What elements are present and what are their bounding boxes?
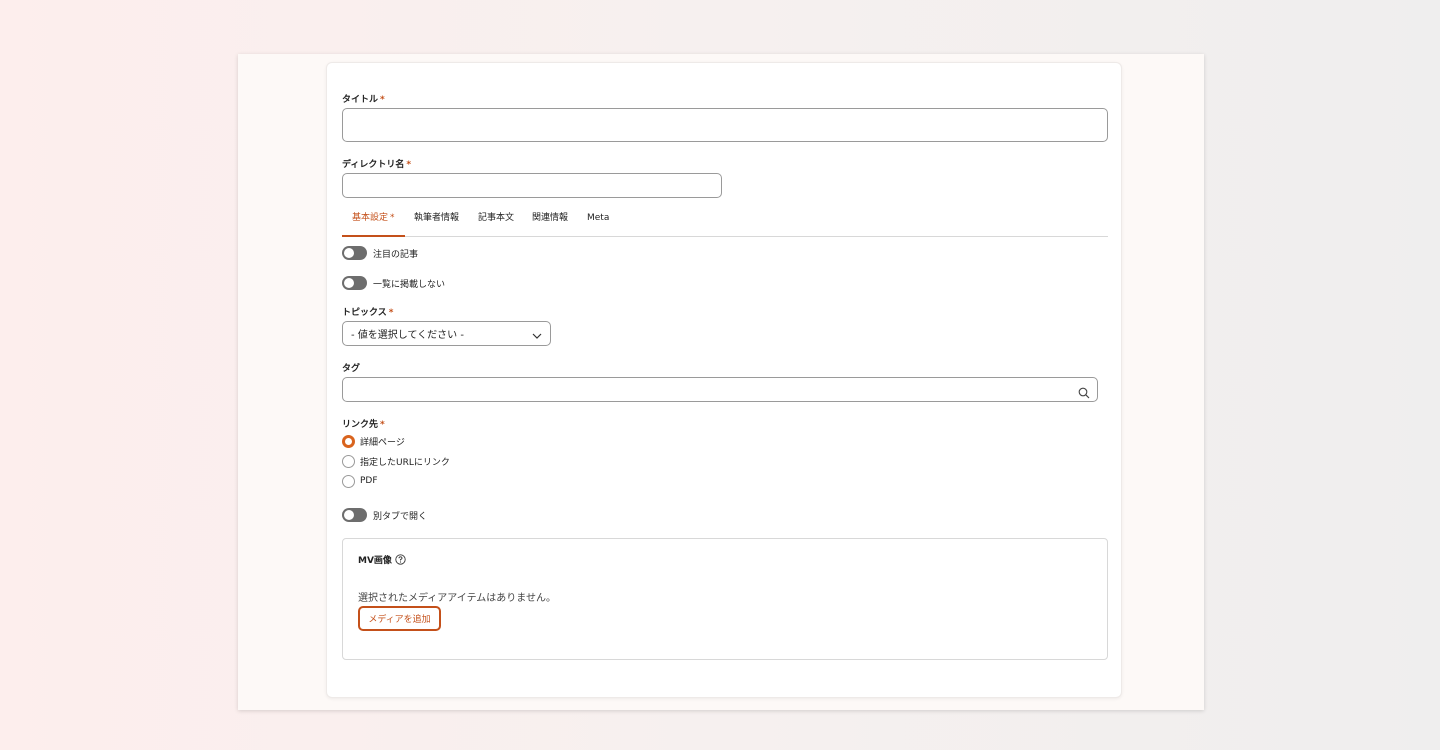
radio-button[interactable] <box>342 454 355 468</box>
tag-label: タグ <box>342 364 361 374</box>
tab-basic-settings[interactable]: 基本設定 * <box>342 209 405 237</box>
tag-search-field <box>342 377 1098 402</box>
mv-image-title: MV画像 <box>358 553 406 566</box>
new-tab-toggle[interactable] <box>342 508 367 522</box>
article-edit-form: タイトル * ディレクトリ名 * 基本設定 * 執筆者情報 記事本文 関連情報 Met… <box>326 62 1122 698</box>
directory-label: ディレクトリ名 * <box>342 160 412 170</box>
add-media-button[interactable]: メディアを追加 <box>358 606 441 631</box>
media-empty-message: 選択されたメディアアイテムはありません。 <box>358 593 556 604</box>
form-tabs: 基本設定 * 執筆者情報 記事本文 関連情報 Meta <box>342 209 1108 237</box>
topics-select-value: - 値を選択してください - <box>351 330 464 341</box>
title-label: タイトル * <box>342 95 385 105</box>
new-tab-toggle-label: 別タブで開く <box>373 511 428 522</box>
tab-meta[interactable]: Meta <box>587 209 609 237</box>
tab-related-info[interactable]: 関連情報 <box>532 209 568 237</box>
link-option-detail-page[interactable]: 詳細ページ <box>342 434 405 448</box>
link-option-pdf[interactable]: PDF <box>342 474 378 488</box>
hide-from-list-toggle[interactable] <box>342 276 367 290</box>
radio-button[interactable] <box>342 474 355 488</box>
required-mark: * <box>388 308 394 318</box>
featured-toggle-row: 注目の記事 <box>342 245 418 261</box>
featured-toggle-label: 注目の記事 <box>373 249 419 260</box>
topics-select[interactable]: - 値を選択してください - <box>342 321 551 346</box>
search-icon[interactable] <box>1078 384 1090 403</box>
hide-from-list-toggle-row: 一覧に掲載しない <box>342 275 445 291</box>
directory-input[interactable] <box>342 173 722 198</box>
tab-author-info[interactable]: 執筆者情報 <box>414 209 459 237</box>
title-input[interactable] <box>342 108 1108 142</box>
mv-image-field: MV画像 選択されたメディアアイテムはありません。 メディアを追加 <box>342 538 1108 660</box>
tab-article-body[interactable]: 記事本文 <box>478 209 514 237</box>
link-option-url[interactable]: 指定したURLにリンク <box>342 454 450 468</box>
chevron-down-icon <box>532 324 542 343</box>
tag-input[interactable] <box>343 379 1063 402</box>
link-destination-label: リンク先 * <box>342 420 385 430</box>
help-icon[interactable] <box>395 554 406 565</box>
featured-toggle[interactable] <box>342 246 367 260</box>
topics-label: トピックス * <box>342 308 394 318</box>
required-mark: * <box>380 95 385 105</box>
new-tab-toggle-row: 別タブで開く <box>342 507 427 523</box>
radio-button[interactable] <box>342 434 355 448</box>
page-frame: タイトル * ディレクトリ名 * 基本設定 * 執筆者情報 記事本文 関連情報 Met… <box>238 54 1204 710</box>
hide-from-list-toggle-label: 一覧に掲載しない <box>373 279 446 290</box>
required-mark: * <box>406 160 412 170</box>
required-mark: * <box>380 420 385 430</box>
